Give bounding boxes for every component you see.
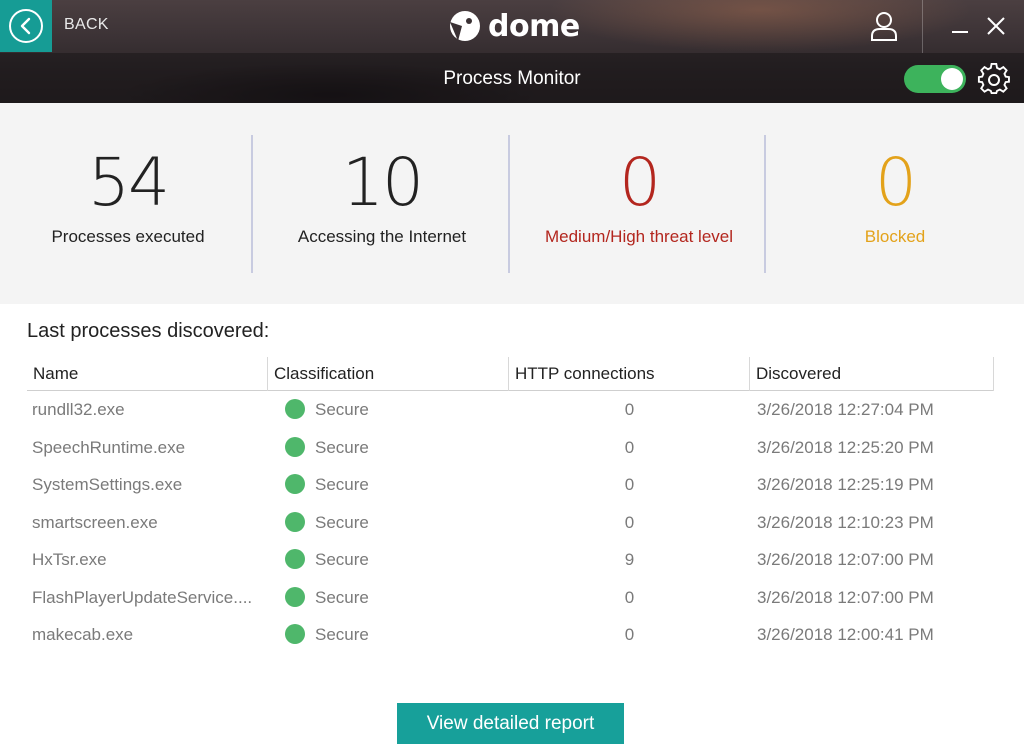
back-button[interactable] [0, 0, 52, 52]
table-row[interactable]: rundll32.exe Secure 0 3/26/2018 12:27:04 PM [27, 391, 994, 429]
process-name: HxTsr.exe [32, 550, 107, 569]
discovered-time: 3/26/2018 12:25:20 PM [757, 437, 934, 457]
column-header-http[interactable]: HTTP connections [509, 357, 750, 391]
discovered-time: 3/26/2018 12:00:41 PM [757, 625, 934, 644]
stat-label: Medium/High threat level [544, 227, 734, 246]
process-name: rundll32.exe [32, 400, 125, 419]
app-header: BACK dome Process Monitor [0, 0, 1024, 103]
classification-label: Secure [315, 475, 369, 494]
table-header: Name Classification HTTP connections Dis… [27, 357, 994, 391]
classification-cell: Secure [285, 391, 505, 429]
secure-dot-icon [285, 624, 305, 645]
classification-label: Secure [315, 512, 369, 532]
chevron-left-icon [9, 9, 43, 43]
stat-value: 0 [619, 144, 661, 221]
http-connections: 0 [624, 437, 635, 457]
page-title: Process Monitor [443, 68, 581, 89]
stats-panel: 54 Processes executed 10 Accessing the I… [0, 103, 1024, 304]
classification-cell: Secure [285, 616, 505, 654]
secure-dot-icon [285, 586, 305, 607]
stat-value: 0 [875, 144, 917, 221]
column-header-classification[interactable]: Classification [268, 357, 509, 391]
back-label[interactable]: BACK [64, 16, 109, 34]
discovered-time: 3/26/2018 12:25:19 PM [757, 475, 934, 494]
toggle-knob [941, 68, 963, 90]
http-connections: 0 [624, 512, 635, 532]
title-bar: BACK dome [0, 0, 1024, 53]
stat-divider [764, 135, 766, 273]
classification-label: Secure [315, 625, 369, 644]
secure-dot-icon [285, 436, 305, 457]
dome-logo: dome [448, 8, 580, 44]
secure-dot-icon [285, 549, 305, 570]
column-header-name[interactable]: Name [27, 357, 268, 391]
table-row[interactable]: SystemSettings.exe Secure 0 3/26/2018 12:25… [27, 466, 994, 504]
classification-cell: Secure [285, 466, 505, 504]
classification-cell: Secure [285, 429, 505, 467]
process-name: makecab.exe [32, 625, 134, 644]
classification-cell: Secure [285, 579, 505, 617]
stat-value: 10 [342, 144, 424, 221]
http-connections: 0 [624, 625, 635, 644]
secure-dot-icon [285, 511, 305, 532]
classification-label: Secure [315, 400, 369, 419]
process-name: SystemSettings.exe [32, 475, 183, 494]
processes-table: Name Classification HTTP connections Dis… [27, 357, 994, 654]
dome-logo-icon [450, 11, 480, 41]
classification-label: Secure [315, 437, 369, 457]
table-row[interactable]: FlashPlayerUpdateService.... Secure 0 3/26/… [27, 579, 994, 617]
http-connections: 9 [624, 550, 635, 569]
stat-value: 54 [88, 144, 170, 221]
user-icon[interactable] [870, 11, 898, 41]
table-row[interactable]: smartscreen.exe Secure 0 3/26/2018 12:10:23… [27, 504, 994, 542]
http-connections: 0 [624, 400, 635, 419]
discovered-time: 3/26/2018 12:07:00 PM [757, 550, 934, 569]
titlebar-divider [922, 0, 923, 53]
stat-accessing-internet: 10 Accessing the Internet [254, 103, 510, 304]
table-row[interactable]: makecab.exe Secure 0 3/26/2018 12:00:41 PM [27, 616, 994, 654]
discovered-time: 3/26/2018 12:27:04 PM [757, 400, 934, 419]
minimize-icon[interactable] [948, 14, 972, 38]
stat-label: Blocked [864, 227, 926, 246]
stat-divider [251, 135, 253, 273]
table-body: rundll32.exe Secure 0 3/26/2018 12:27:04 PM… [27, 391, 994, 654]
process-name: smartscreen.exe [32, 512, 158, 532]
secure-dot-icon [285, 399, 305, 420]
classification-label: Secure [315, 587, 369, 607]
table-row[interactable]: HxTsr.exe Secure 9 3/26/2018 12:07:00 PM [27, 541, 994, 579]
classification-cell: Secure [285, 541, 505, 579]
http-connections: 0 [624, 587, 635, 607]
column-header-discovered[interactable]: Discovered [750, 357, 994, 391]
stat-label: Processes executed [51, 227, 205, 246]
process-name: FlashPlayerUpdateService.... [32, 587, 253, 607]
table-row[interactable]: SpeechRuntime.exe Secure 0 3/26/2018 12:25:… [27, 429, 994, 467]
stat-divider [508, 135, 510, 273]
process-name: SpeechRuntime.exe [32, 437, 186, 457]
close-icon[interactable] [984, 14, 1008, 38]
process-monitor-toggle[interactable] [904, 65, 966, 93]
stat-blocked: 0 Blocked [767, 103, 1023, 304]
discovered-time: 3/26/2018 12:07:00 PM [757, 587, 934, 607]
view-report-button[interactable]: View detailed report [397, 703, 624, 744]
http-connections: 0 [624, 475, 635, 494]
discovered-time: 3/26/2018 12:10:23 PM [757, 512, 934, 532]
section-title: Last processes discovered: [27, 320, 270, 342]
classification-cell: Secure [285, 504, 505, 542]
stat-label: Accessing the Internet [297, 227, 467, 246]
stat-threat-level: 0 Medium/High threat level [511, 103, 767, 304]
classification-label: Secure [315, 550, 369, 569]
secure-dot-icon [285, 474, 305, 495]
logo-text: dome [488, 8, 580, 44]
stat-processes-executed: 54 Processes executed [0, 103, 256, 304]
gear-icon[interactable] [977, 62, 1011, 96]
